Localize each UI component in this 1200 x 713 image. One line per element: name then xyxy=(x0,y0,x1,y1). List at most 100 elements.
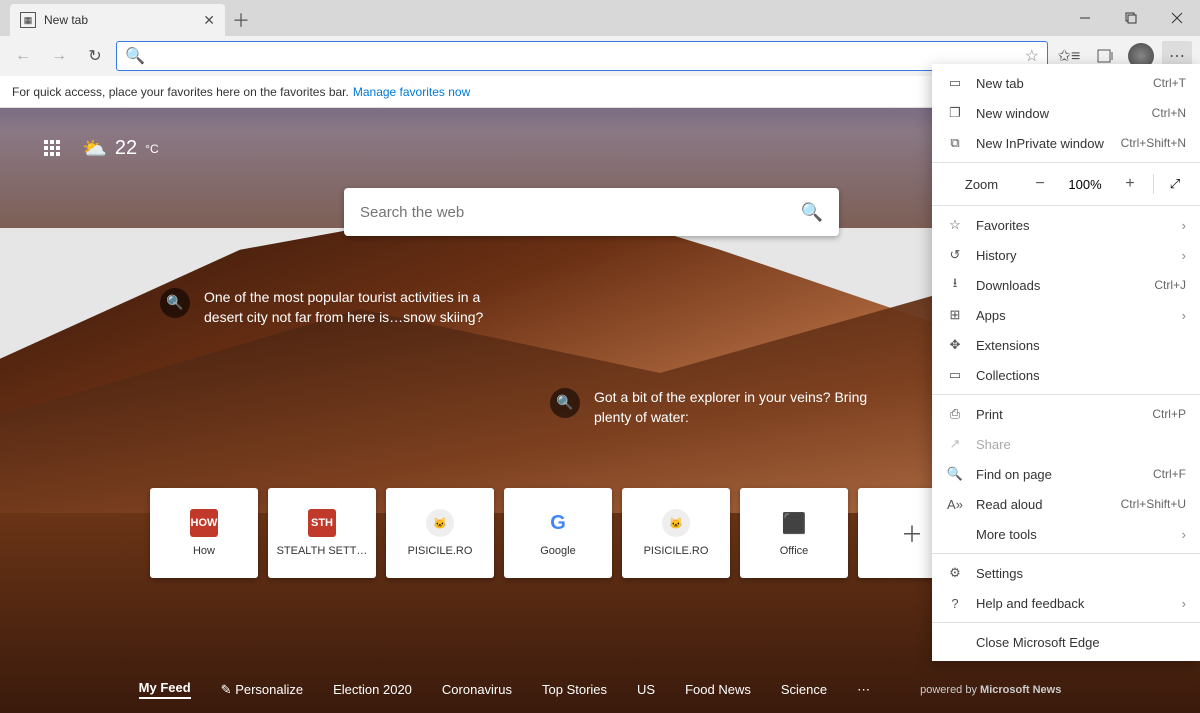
back-button[interactable]: ← xyxy=(8,41,38,71)
menu-settings[interactable]: ⚙Settings xyxy=(932,558,1200,588)
share-icon: ↗ xyxy=(946,436,964,452)
trivia-card-1[interactable]: 🔍 One of the most popular tourist activi… xyxy=(160,288,510,327)
magnify-icon: 🔍 xyxy=(550,388,580,418)
trivia-text: One of the most popular tourist activiti… xyxy=(204,288,510,327)
quick-link-office[interactable]: ⬛ Office xyxy=(740,488,848,578)
menu-more-tools[interactable]: More tools› xyxy=(932,519,1200,549)
feed-tab-science[interactable]: Science xyxy=(781,682,827,697)
chevron-right-icon: › xyxy=(1182,308,1186,323)
feed-tab-myfeed[interactable]: My Feed xyxy=(139,680,191,699)
menu-collections[interactable]: ▭Collections xyxy=(932,360,1200,390)
chevron-right-icon: › xyxy=(1182,596,1186,611)
trivia-card-2[interactable]: 🔍 Got a bit of the explorer in your vein… xyxy=(550,388,900,427)
menu-zoom: Zoom − 100% + ⤢ xyxy=(932,167,1200,201)
menu-close-edge[interactable]: Close Microsoft Edge xyxy=(932,627,1200,657)
tile-icon: STH xyxy=(308,509,336,537)
menu-history[interactable]: ↺History› xyxy=(932,240,1200,270)
feed-tab-personalize[interactable]: ✎ Personalize xyxy=(221,682,303,698)
browser-tab[interactable]: ▦ New tab ✕ xyxy=(10,4,225,36)
close-window-button[interactable] xyxy=(1154,0,1200,36)
favorites-hint: For quick access, place your favorites h… xyxy=(12,85,349,99)
quick-link-how[interactable]: HOW How xyxy=(150,488,258,578)
help-icon: ? xyxy=(946,596,964,611)
address-input[interactable] xyxy=(151,49,1025,64)
weather-widget[interactable]: ⛅ 22 °C xyxy=(82,136,159,161)
menu-extensions[interactable]: ✥Extensions xyxy=(932,330,1200,360)
menu-new-inprivate[interactable]: ⧉New InPrivate windowCtrl+Shift+N xyxy=(932,128,1200,158)
new-tab-icon: ▭ xyxy=(946,75,964,91)
weather-icon: ⛅ xyxy=(82,136,107,161)
download-icon: ⭳ xyxy=(946,274,964,296)
top-widgets: ⛅ 22 °C xyxy=(44,136,159,161)
magnify-icon: 🔍 xyxy=(160,288,190,318)
quick-link-pisicile-2[interactable]: 🐱 PISICILE.RO xyxy=(622,488,730,578)
feed-tab-food[interactable]: Food News xyxy=(685,682,751,697)
tile-label: How xyxy=(193,545,215,557)
search-icon: 🔍 xyxy=(125,46,145,66)
new-window-icon: ❐ xyxy=(946,105,964,121)
tile-icon: G xyxy=(544,509,572,537)
tile-label: PISICILE.RO xyxy=(408,545,473,557)
tile-icon: HOW xyxy=(190,509,218,537)
feed-tab-us[interactable]: US xyxy=(637,682,655,697)
minimize-button[interactable] xyxy=(1062,0,1108,36)
menu-new-window[interactable]: ❐New windowCtrl+N xyxy=(932,98,1200,128)
new-tab-button[interactable]: ＋ xyxy=(225,4,257,36)
tile-icon: 🐱 xyxy=(662,509,690,537)
web-search-box[interactable]: 🔍 xyxy=(344,188,839,236)
gear-icon: ⚙ xyxy=(946,565,964,581)
fullscreen-button[interactable]: ⤢ xyxy=(1164,176,1186,192)
tile-label: STEALTH SETT… xyxy=(277,545,368,557)
chevron-right-icon: › xyxy=(1182,218,1186,233)
menu-new-tab[interactable]: ▭New tabCtrl+T xyxy=(932,68,1200,98)
refresh-button[interactable]: ↻ xyxy=(80,41,110,71)
address-bar[interactable]: 🔍 ☆ xyxy=(116,41,1048,71)
apps-icon: ⊞ xyxy=(946,307,964,323)
menu-read-aloud[interactable]: A»Read aloudCtrl+Shift+U xyxy=(932,489,1200,519)
search-submit-icon[interactable]: 🔍 xyxy=(801,202,823,223)
tile-label: PISICILE.RO xyxy=(644,545,709,557)
menu-find[interactable]: 🔍Find on pageCtrl+F xyxy=(932,459,1200,489)
feed-tab-topstories[interactable]: Top Stories xyxy=(542,682,607,697)
weather-unit: °C xyxy=(145,142,158,156)
manage-favorites-link[interactable]: Manage favorites now xyxy=(353,85,470,99)
page-layout-icon[interactable] xyxy=(44,140,62,158)
tile-label: Google xyxy=(540,545,575,557)
quick-links: HOW How STH STEALTH SETT… 🐱 PISICILE.RO G Go… xyxy=(150,488,966,578)
tab-title: New tab xyxy=(44,13,88,27)
favorite-star-icon[interactable]: ☆ xyxy=(1025,46,1039,66)
extensions-icon: ✥ xyxy=(946,337,964,353)
powered-by-label: powered by Microsoft News xyxy=(920,684,1061,696)
menu-favorites[interactable]: ☆Favorites› xyxy=(932,210,1200,240)
tile-icon: ⬛ xyxy=(780,509,808,537)
menu-downloads[interactable]: ⭳DownloadsCtrl+J xyxy=(932,270,1200,300)
web-search-input[interactable] xyxy=(360,204,801,221)
menu-apps[interactable]: ⊞Apps› xyxy=(932,300,1200,330)
zoom-value: 100% xyxy=(1063,177,1107,192)
feed-more-icon[interactable]: ⋯ xyxy=(857,682,870,698)
inprivate-icon: ⧉ xyxy=(946,135,964,151)
feed-tab-coronavirus[interactable]: Coronavirus xyxy=(442,682,512,697)
weather-temp: 22 xyxy=(115,137,137,160)
find-icon: 🔍 xyxy=(946,466,964,482)
quick-link-stealth[interactable]: STH STEALTH SETT… xyxy=(268,488,376,578)
maximize-button[interactable] xyxy=(1108,0,1154,36)
chevron-right-icon: › xyxy=(1182,527,1186,542)
zoom-out-button[interactable]: − xyxy=(1027,175,1053,193)
zoom-in-button[interactable]: + xyxy=(1117,175,1143,193)
quick-link-pisicile[interactable]: 🐱PISICILE.RO xyxy=(386,488,494,578)
read-aloud-icon: A» xyxy=(946,497,964,512)
tab-close-icon[interactable]: ✕ xyxy=(203,12,215,29)
feed-tab-election[interactable]: Election 2020 xyxy=(333,682,412,697)
quick-link-google[interactable]: G Google xyxy=(504,488,612,578)
menu-print[interactable]: ⎙PrintCtrl+P xyxy=(932,399,1200,429)
trivia-text: Got a bit of the explorer in your veins?… xyxy=(594,388,900,427)
tile-label: Office xyxy=(780,545,809,557)
star-icon: ☆ xyxy=(946,217,964,233)
settings-menu: ▭New tabCtrl+T ❐New windowCtrl+N ⧉New In… xyxy=(932,64,1200,661)
plus-icon: ＋ xyxy=(901,517,923,549)
titlebar: ▦ New tab ✕ ＋ xyxy=(0,0,1200,36)
menu-help[interactable]: ?Help and feedback› xyxy=(932,588,1200,618)
forward-button[interactable]: → xyxy=(44,41,74,71)
chevron-right-icon: › xyxy=(1182,248,1186,263)
